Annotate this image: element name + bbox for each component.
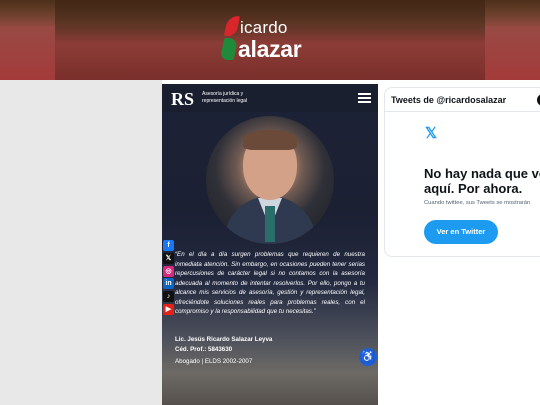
view-on-twitter-button[interactable]: Ver en Twitter <box>424 220 498 244</box>
photo-tie <box>265 206 275 242</box>
header-banner: icardo alazar <box>0 0 540 80</box>
photo-hair <box>243 130 297 150</box>
twitter-divider <box>385 111 540 112</box>
tiktok-icon[interactable]: ♪ <box>163 291 174 303</box>
rs-logo[interactable]: RS <box>171 89 197 109</box>
logo-red-swoosh <box>223 16 241 36</box>
rs-tagline: Asesoría jurídica y representación legal <box>202 91 248 104</box>
professional-id: Céd. Prof.: 5843630 <box>175 346 233 353</box>
site-logo[interactable]: icardo alazar <box>218 14 318 64</box>
logo-text-salazar: alazar <box>238 36 302 62</box>
mission-quote: “En el día a día surgen problemas que re… <box>175 251 365 315</box>
twitter-widget-title[interactable]: Tweets de @ricardosalazar <box>391 95 506 105</box>
lawyer-role: Abogado | ELDS 2002-2007 <box>175 358 253 365</box>
hamburger-menu-icon[interactable] <box>358 93 371 103</box>
twitter-timeline-widget: Tweets de @ricardosalazar 𝕏 No hay nada … <box>384 87 540 257</box>
left-empty-panel <box>0 80 162 405</box>
profile-photo <box>206 116 334 244</box>
logo-green-swoosh <box>219 38 239 60</box>
accessibility-icon[interactable]: ♿ <box>359 348 377 366</box>
x-icon[interactable]: 𝕏 <box>163 252 174 264</box>
linkedin-icon[interactable]: in <box>163 278 174 290</box>
profile-card: RS Asesoría jurídica y representación le… <box>162 84 378 405</box>
twitter-empty-note: Cuando twittee, sus Tweets se mostrarán <box>424 200 531 206</box>
youtube-icon[interactable]: ▶ <box>163 303 174 315</box>
logo-text-ricardo: icardo <box>240 18 288 37</box>
instagram-icon[interactable]: ◎ <box>163 265 174 277</box>
x-logo-icon: 𝕏 <box>425 125 438 142</box>
facebook-icon[interactable]: f <box>163 240 174 251</box>
social-links: f 𝕏 ◎ in ♪ ▶ <box>163 240 175 317</box>
lawyer-name: Lic. Jesús Ricardo Salazar Leyva <box>175 336 273 343</box>
twitter-empty-title: No hay nada que ver aquí. Por ahora. <box>424 166 540 196</box>
